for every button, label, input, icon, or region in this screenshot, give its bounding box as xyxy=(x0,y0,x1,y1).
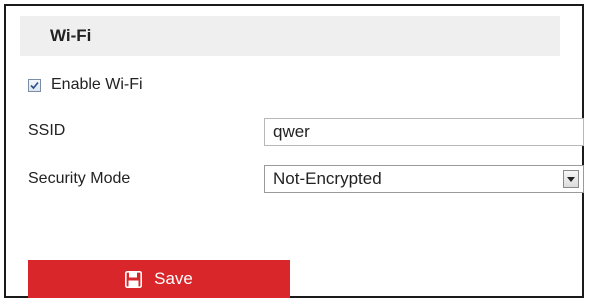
enable-wifi-label: Enable Wi-Fi xyxy=(51,76,143,93)
checkmark-icon xyxy=(30,81,39,89)
save-button[interactable]: Save xyxy=(28,260,290,298)
section-title: Wi-Fi xyxy=(50,26,92,45)
wifi-settings-panel: Wi-Fi Enable Wi-Fi SSID Security Mode No… xyxy=(4,4,584,298)
enable-wifi-checkbox[interactable] xyxy=(28,78,41,92)
ssid-input[interactable] xyxy=(264,118,584,146)
save-button-label: Save xyxy=(154,269,193,288)
enable-wifi-row[interactable]: Enable Wi-Fi xyxy=(28,72,143,98)
security-mode-select[interactable]: Not-Encrypted xyxy=(264,165,584,193)
section-header: Wi-Fi xyxy=(20,16,560,56)
security-mode-value: Not-Encrypted xyxy=(273,169,382,188)
security-mode-label: Security Mode xyxy=(28,170,131,187)
ssid-label: SSID xyxy=(28,122,66,139)
dropdown-arrow-icon[interactable] xyxy=(563,170,579,188)
floppy-disk-icon xyxy=(125,270,143,288)
